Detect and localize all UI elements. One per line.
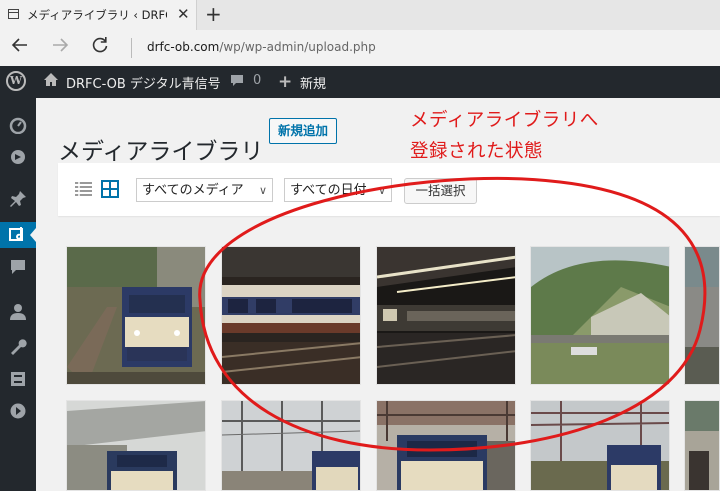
settings-icon[interactable] [8, 370, 28, 390]
media-item-5[interactable] [684, 246, 720, 385]
media-item-train-8[interactable] [376, 400, 516, 491]
site-name-link[interactable]: DRFC-OB デジタル青信号 [66, 73, 221, 92]
train-photo [531, 401, 669, 490]
train-photo [377, 247, 515, 384]
media-item-train-6[interactable] [66, 400, 206, 491]
dashboard-icon[interactable] [8, 116, 28, 136]
home-icon[interactable] [43, 72, 59, 92]
photo [685, 247, 719, 384]
chevron-down-icon: ∨ [377, 184, 386, 197]
media-item-train-2[interactable] [221, 246, 361, 385]
address-bar: drfc-ob.com/wp/wp-admin/upload.php [0, 30, 720, 67]
media-icon[interactable] [8, 226, 28, 246]
train-photo [377, 401, 515, 490]
active-menu-arrow [30, 228, 36, 242]
back-arrow-icon[interactable] [10, 35, 30, 60]
media-item-landscape-4[interactable] [530, 246, 670, 385]
media-item-train-9[interactable] [530, 400, 670, 491]
page-icon [8, 9, 19, 19]
browser-tab-bar: メディアライブラリ ‹ DRFC-C ✕ + [0, 0, 720, 30]
train-photo [222, 401, 360, 490]
users-icon[interactable] [8, 303, 28, 323]
landscape-photo [531, 247, 669, 384]
media-type-value: すべてのメディア [142, 183, 244, 198]
chevron-down-icon: ∨ [258, 184, 267, 197]
new-tab-button[interactable]: + [205, 2, 222, 26]
refresh-icon[interactable] [90, 35, 110, 60]
annotation-line-2: 登録された状態 [410, 141, 544, 162]
annotation-line-1: メディアライブラリへ [410, 110, 599, 131]
page-title: メディアライブラリ [58, 139, 264, 166]
new-content-link[interactable]: 新規 [300, 73, 326, 92]
media-item-train-3[interactable] [376, 246, 516, 385]
media-item-train-7[interactable] [221, 400, 361, 491]
add-new-button[interactable]: 新規追加 [269, 118, 338, 144]
train-photo [67, 401, 205, 490]
address-separator [131, 38, 132, 58]
url-field[interactable]: drfc-ob.com/wp/wp-admin/upload.php [147, 40, 376, 54]
train-photo [67, 247, 205, 384]
tab-title: メディアライブラリ ‹ DRFC-C [27, 8, 167, 22]
tools-icon[interactable] [8, 337, 28, 357]
wordpress-logo-icon[interactable]: W [6, 71, 26, 91]
media-item-train-1[interactable] [66, 246, 206, 385]
train-photo [222, 247, 360, 384]
admin-sidebar [0, 98, 36, 491]
grid-view-icon[interactable] [101, 180, 119, 198]
url-path: /wp/wp-admin/upload.php [219, 40, 376, 54]
browser-tab[interactable]: メディアライブラリ ‹ DRFC-C ✕ [0, 0, 197, 30]
date-select[interactable]: すべての日付 ∨ [284, 178, 392, 202]
list-view-icon[interactable] [75, 181, 92, 197]
bulk-select-button[interactable]: 一括選択 [404, 178, 477, 204]
date-value: すべての日付 [290, 183, 367, 198]
media-item-10[interactable] [684, 400, 720, 491]
url-host: drfc-ob.com [147, 40, 220, 54]
photo [685, 401, 719, 490]
forward-arrow-icon[interactable] [50, 35, 70, 60]
wp-admin-bar: W DRFC-OB デジタル青信号 0 + 新規 [0, 66, 720, 98]
close-tab-icon[interactable]: ✕ [177, 5, 190, 23]
comments-menu-icon[interactable] [8, 258, 28, 278]
plus-icon[interactable]: + [278, 72, 292, 92]
comments-count: 0 [253, 73, 262, 88]
jetpack-icon[interactable] [8, 148, 28, 168]
comments-icon[interactable] [230, 74, 244, 92]
collapse-menu-icon[interactable] [8, 402, 28, 422]
pin-icon[interactable] [8, 190, 28, 210]
media-type-select[interactable]: すべてのメディア ∨ [136, 178, 273, 202]
